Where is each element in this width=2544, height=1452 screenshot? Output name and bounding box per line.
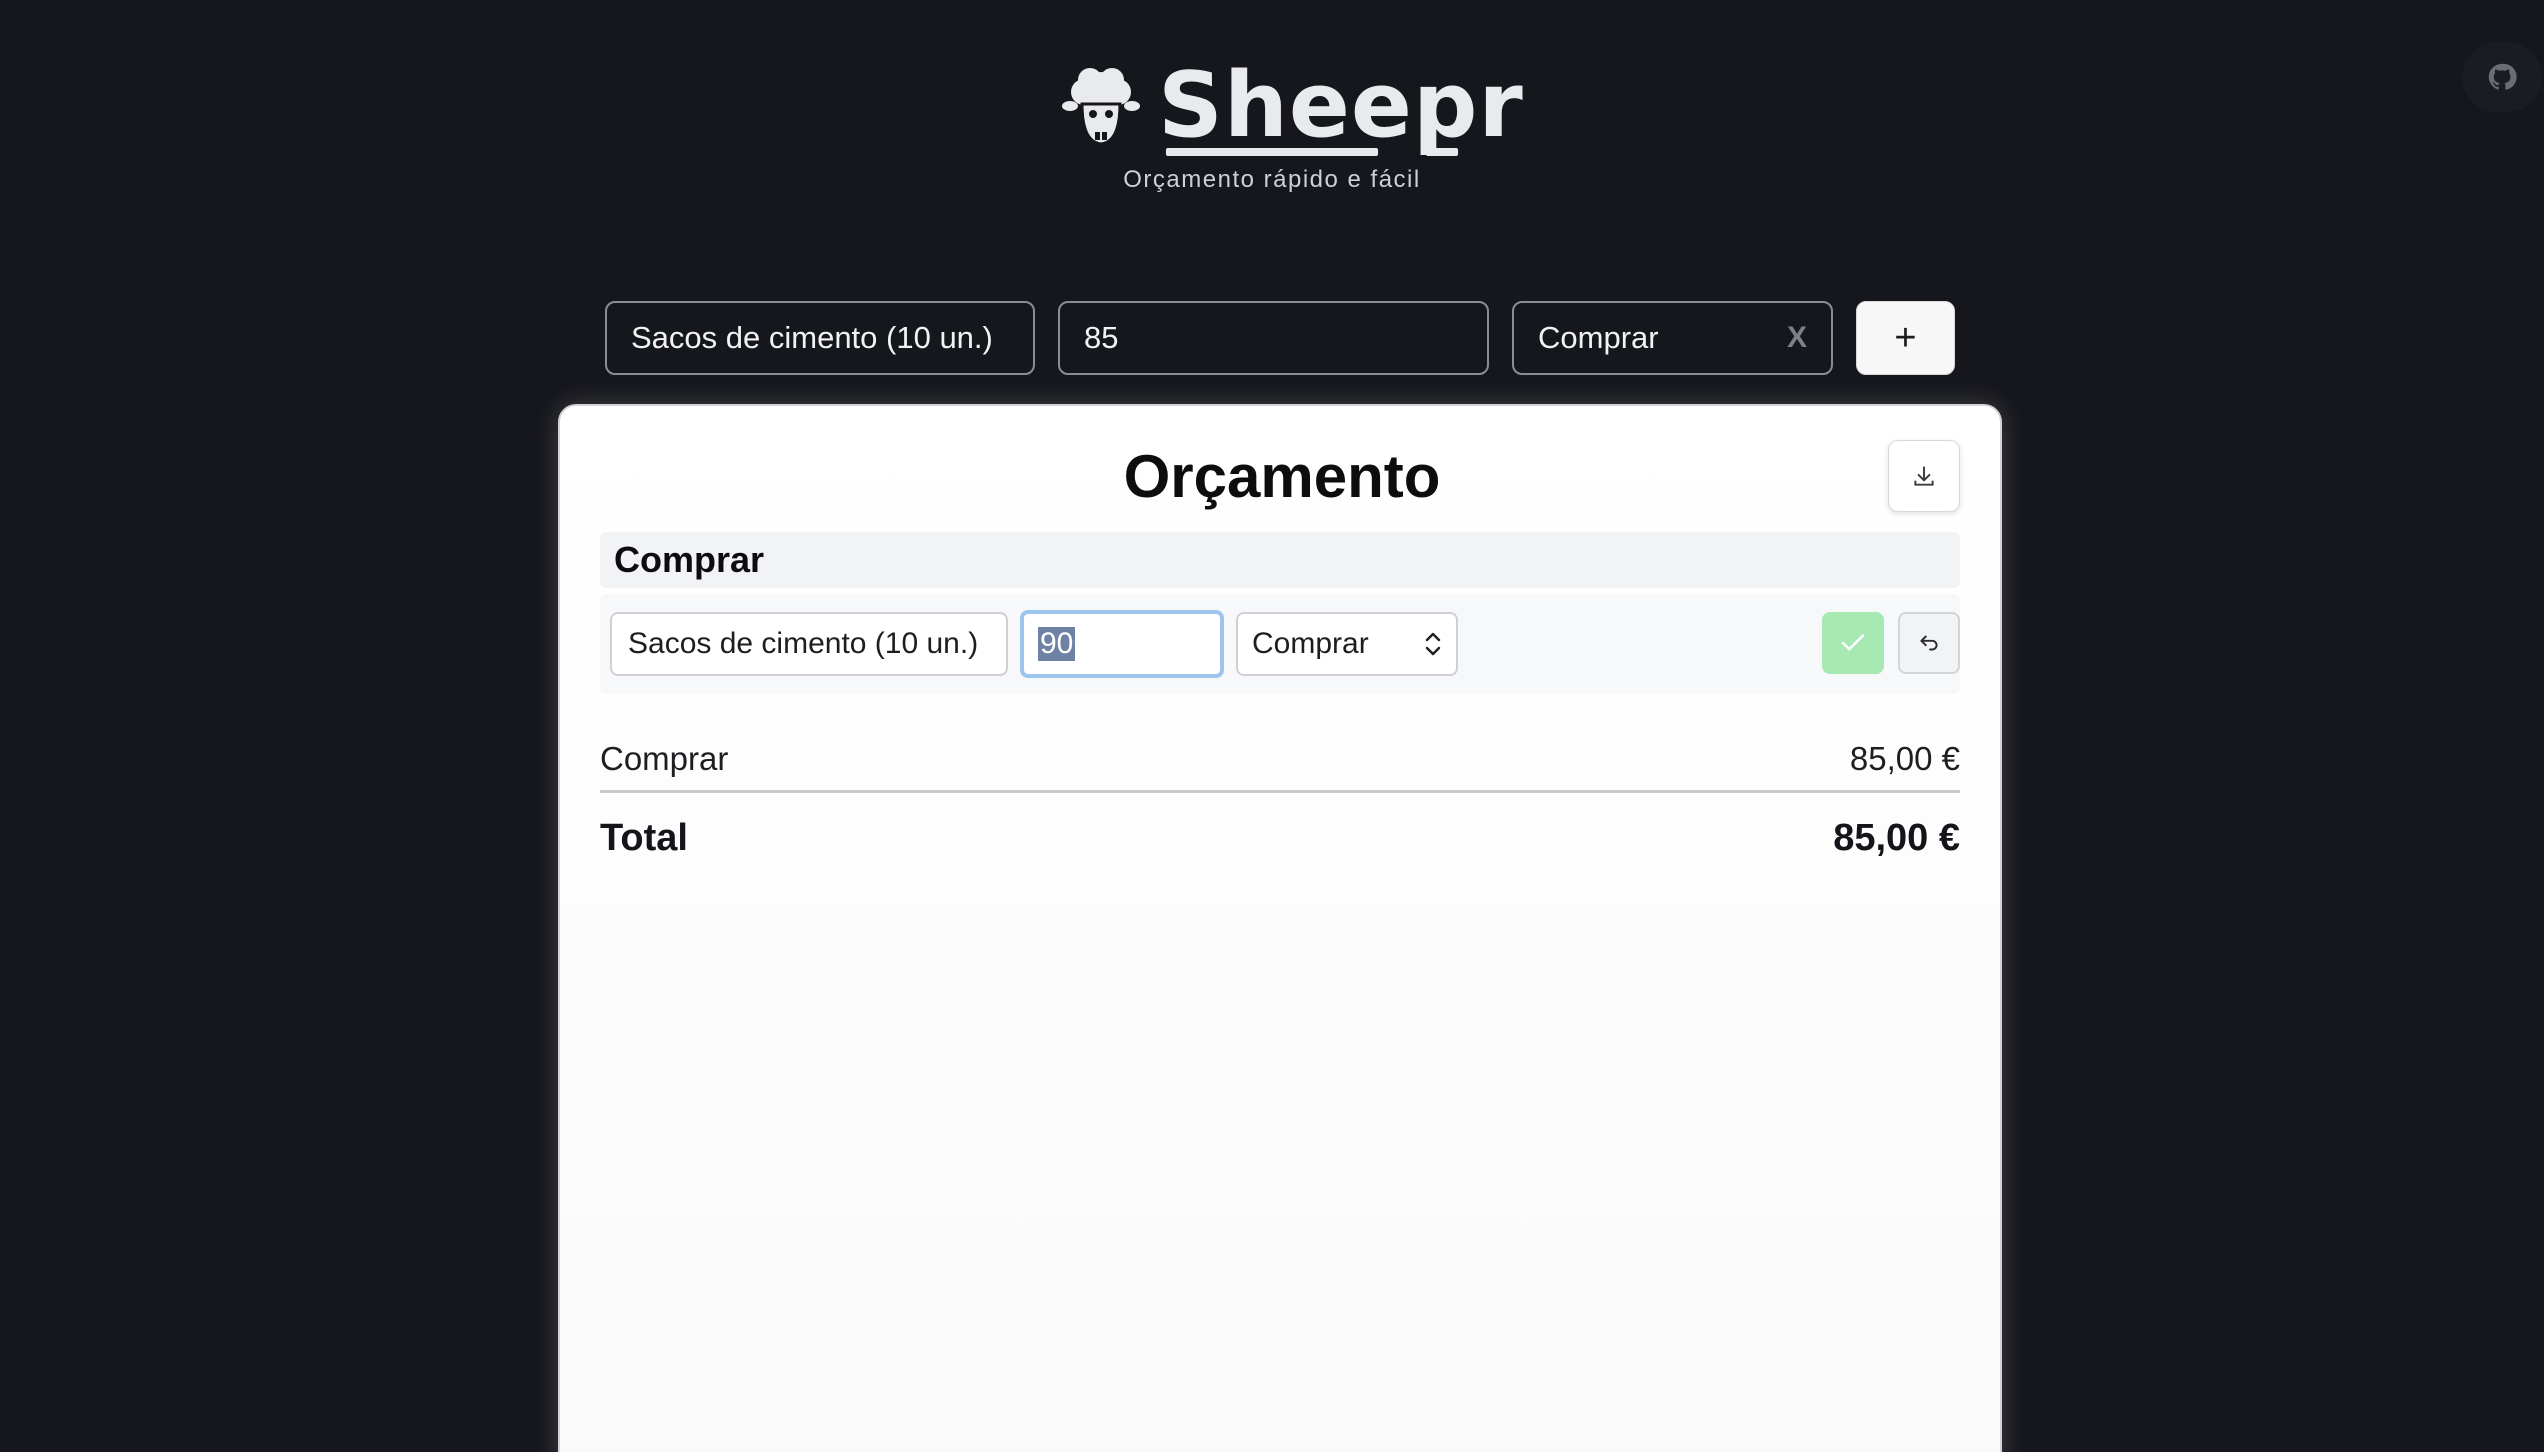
app-page: Sheepr Orçamento rápido e fácil Sacos de…	[0, 0, 2544, 1452]
github-icon	[2488, 63, 2517, 90]
sheep-icon	[1062, 68, 1140, 146]
divider	[600, 790, 1960, 793]
total-label: Total	[600, 816, 688, 859]
section-title: Comprar	[600, 532, 1960, 588]
summary-amount: 85,00 €	[1849, 740, 1960, 777]
item-price-input[interactable]: 85	[1058, 301, 1489, 375]
download-icon	[1914, 466, 1934, 486]
edit-category-value: Comprar	[1252, 627, 1369, 660]
brand-logo: Sheepr	[1062, 56, 1524, 156]
category-value: Comprar	[1538, 320, 1659, 355]
check-icon	[1841, 634, 1865, 651]
edit-price-value: 90	[1038, 627, 1076, 661]
total-amount: 85,00 €	[1833, 816, 1960, 859]
download-button[interactable]	[1888, 440, 1960, 512]
tagline: Orçamento rápido e fácil	[1123, 166, 1421, 193]
brand-underline	[1166, 148, 1378, 156]
edit-category-select[interactable]: Comprar	[1236, 612, 1458, 676]
item-name-input[interactable]: Sacos de cimento (10 un.)	[605, 301, 1035, 375]
brand-underline-accent	[1426, 148, 1458, 156]
select-arrows-icon	[1425, 632, 1441, 656]
edit-name-value: Sacos de cimento (10 un.)	[628, 627, 979, 660]
undo-icon	[1920, 635, 1938, 651]
card-title: Orçamento	[1123, 443, 1441, 510]
add-item-button[interactable]: +	[1856, 301, 1955, 375]
edit-name-input[interactable]: Sacos de cimento (10 un.)	[610, 612, 1008, 676]
confirm-edit-button[interactable]	[1822, 612, 1884, 674]
github-link[interactable]	[2462, 42, 2542, 112]
item-name-value: Sacos de cimento (10 un.)	[631, 320, 993, 355]
item-price-value: 85	[1084, 320, 1119, 355]
summary-row: Comprar 85,00 €	[600, 736, 1960, 782]
cancel-edit-button[interactable]	[1898, 612, 1960, 674]
edit-item-row: Sacos de cimento (10 un.) 90 Comprar	[600, 594, 1960, 694]
brand-title: Sheepr	[1158, 53, 1524, 158]
summary-label: Comprar	[600, 740, 729, 777]
clear-category-button[interactable]: X	[1787, 321, 1807, 355]
budget-card: Orçamento Comprar Sacos de cimento (10 u…	[558, 404, 2002, 1452]
edit-price-input[interactable]: 90	[1020, 610, 1224, 678]
category-input[interactable]: Comprar X	[1512, 301, 1833, 375]
total-row: Total 85,00 €	[600, 810, 1960, 866]
